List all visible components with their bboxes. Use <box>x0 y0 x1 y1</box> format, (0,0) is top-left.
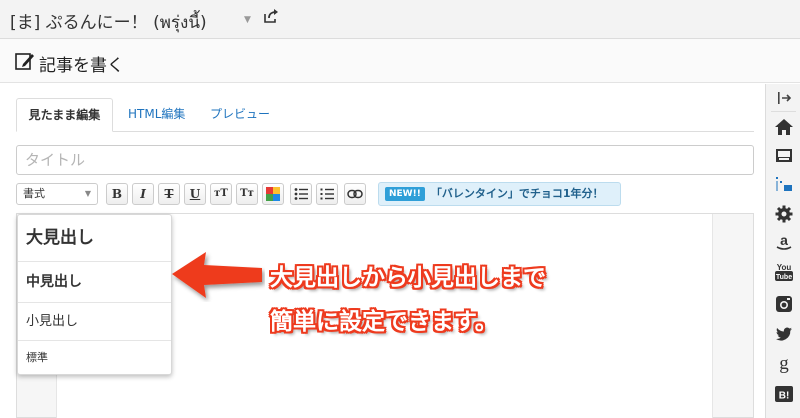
svg-text:a: a <box>780 232 788 248</box>
strikethrough-button[interactable]: T <box>158 183 180 205</box>
right-sidebar: a You Tube g B! <box>765 84 800 418</box>
tab-html[interactable]: HTML編集 <box>116 98 197 132</box>
chevron-down-icon[interactable]: ▼ <box>244 15 251 25</box>
bold-button[interactable]: B <box>106 183 128 205</box>
annotation-line-2: 簡単に設定できます。 <box>270 309 498 335</box>
instagram-icon[interactable] <box>774 294 794 314</box>
text-color-button[interactable] <box>262 183 284 205</box>
home-icon[interactable] <box>774 117 794 137</box>
heading-option-small[interactable]: 小見出し <box>18 303 171 341</box>
promo-banner[interactable]: NEW!! 「バレンタイン」でチョコ1年分！ <box>378 182 621 206</box>
page-title: 記事を書く <box>39 56 124 76</box>
sidebar-divider <box>771 111 796 112</box>
heading-option-medium[interactable]: 中見出し <box>18 262 171 303</box>
annotation-line-1: 大見出しから小見出しまで <box>270 265 546 291</box>
tab-preview[interactable]: プレビュー <box>198 98 282 132</box>
amazon-icon[interactable]: a <box>774 232 794 252</box>
color-palette-icon <box>266 187 280 201</box>
share-icon[interactable] <box>263 8 279 24</box>
underline-button[interactable]: U <box>184 183 206 205</box>
google-icon[interactable]: g <box>774 354 794 374</box>
pencil-icon <box>15 51 35 71</box>
youtube-icon[interactable]: You Tube <box>774 262 794 282</box>
bullet-list-icon <box>294 188 308 200</box>
link-icon <box>347 189 363 199</box>
italic-button[interactable]: I <box>132 183 154 205</box>
numbered-list-button[interactable] <box>316 183 338 205</box>
tab-wysiwyg[interactable]: 見たまま編集 <box>16 98 113 132</box>
link-button[interactable] <box>344 183 366 205</box>
numbered-list-icon <box>320 188 334 200</box>
heading-option-standard[interactable]: 標準 <box>18 341 171 374</box>
top-bar: [ま] ぷるんにー！ (พรุ่งนี้) ▼ <box>0 0 800 39</box>
format-select-label: 書式 <box>23 187 45 200</box>
photo-icon[interactable] <box>774 146 794 166</box>
heading-dropdown: 大見出し 中見出し 小見出し 標準 <box>17 214 172 375</box>
format-toolbar: 書式 ▼ B I T U тT Tт NEW!! 「バレンタイン」でチョコ1年分！ <box>16 182 754 206</box>
gear-icon[interactable] <box>774 204 794 224</box>
youtube-label: You <box>777 263 792 272</box>
heading-option-large[interactable]: 大見出し <box>18 215 171 262</box>
annotation-text: 大見出しから小見出しまで 簡単に設定できます。 <box>270 256 546 344</box>
format-select[interactable]: 書式 ▼ <box>16 183 98 205</box>
youtube-sub-label: Tube <box>776 274 792 281</box>
collapse-sidebar-icon[interactable] <box>774 88 794 108</box>
editor-header: 記事を書く <box>0 39 800 83</box>
red-arrow-icon <box>172 252 262 298</box>
bullet-list-button[interactable] <box>290 183 312 205</box>
promo-banner-text: 「バレンタイン」でチョコ1年分！ <box>430 187 604 200</box>
font-size-up-button[interactable]: тT <box>210 183 232 205</box>
google-label: g <box>779 354 789 374</box>
font-size-down-button[interactable]: Tт <box>236 183 258 205</box>
new-badge: NEW!! <box>385 187 425 201</box>
title-input[interactable] <box>16 145 754 175</box>
editor-tabs: 見たまま編集 HTML編集 プレビュー <box>16 98 754 132</box>
twitter-icon[interactable] <box>774 324 794 344</box>
category-icon[interactable] <box>774 174 794 194</box>
blog-title[interactable]: [ま] ぷるんにー！ (พรุ่งนี้) <box>10 8 207 36</box>
hatena-label: B! <box>779 391 790 402</box>
hatena-bookmark-icon[interactable]: B! <box>774 384 794 404</box>
chevron-down-icon: ▼ <box>84 189 91 198</box>
